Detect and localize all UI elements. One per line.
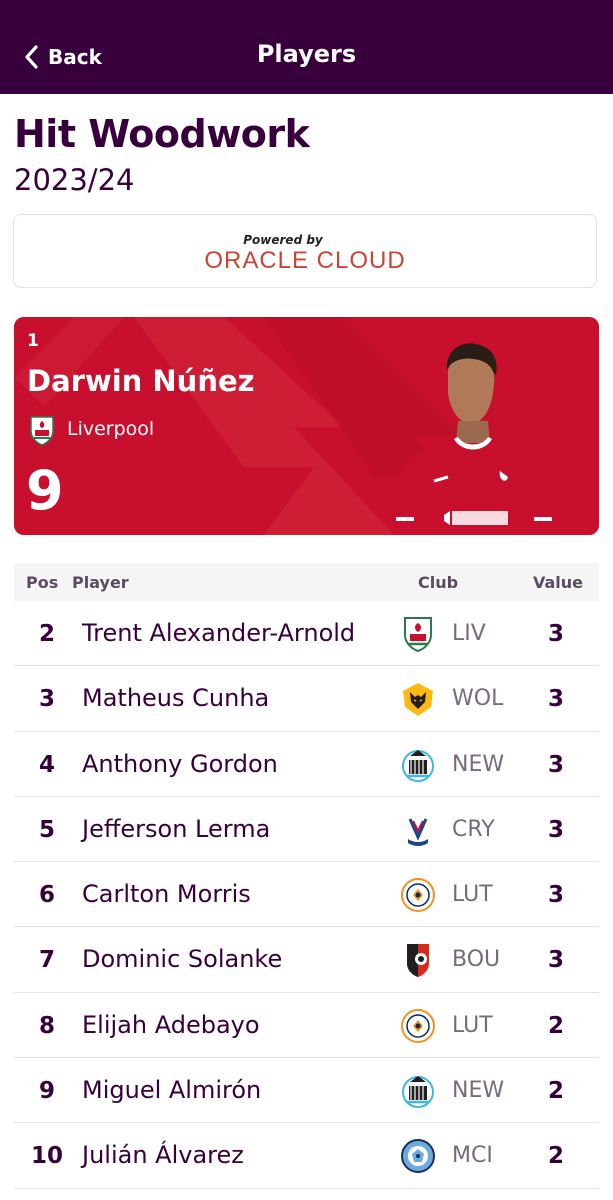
row-club: MCI	[452, 1143, 493, 1169]
powered-by-label: Powered by	[243, 233, 323, 247]
row-player: Carlton Morris	[82, 880, 251, 909]
row-player: Matheus Cunha	[82, 684, 270, 713]
row-pos: 8	[38, 1012, 55, 1039]
leader-name: Darwin Núñez	[27, 364, 255, 398]
table-header: Pos Player Club Value	[14, 563, 599, 601]
row-club: LUT	[452, 882, 493, 908]
row-player: Anthony Gordon	[82, 749, 278, 778]
table-row[interactable]: 6 Carlton Morris LUT 3	[14, 862, 599, 928]
row-pos: 7	[38, 947, 55, 974]
bournemouth-crest-icon	[407, 944, 429, 978]
table-row[interactable]: 7 Dominic Solanke BOU 3	[14, 927, 599, 993]
newcastle-crest-icon	[402, 749, 434, 782]
wolves-crest-icon	[403, 683, 433, 717]
row-value: 3	[547, 816, 564, 843]
row-club: CRY	[452, 816, 495, 842]
nav-bar: Back Players	[0, 0, 613, 94]
newcastle-crest-icon	[402, 1076, 434, 1109]
row-player: Dominic Solanke	[82, 945, 283, 974]
row-value: 2	[547, 1078, 564, 1105]
leader-card[interactable]: 1 Darwin Núñez Liverpool 9	[14, 317, 599, 535]
table-row[interactable]: 9 Miguel Almirón NEW 2	[14, 1058, 599, 1124]
row-pos: 5	[38, 816, 55, 843]
season-label: 2023/24	[14, 163, 135, 197]
row-club: BOU	[452, 947, 501, 973]
row-player: Miguel Almirón	[82, 1076, 262, 1105]
players-table: 2 Trent Alexander-Arnold LIV 3 3 Matheus…	[14, 601, 599, 1189]
row-pos: 3	[38, 686, 55, 713]
table-row[interactable]: 4 Anthony Gordon NEW 3	[14, 732, 599, 797]
liverpool-crest-icon	[404, 617, 432, 653]
row-club: NEW	[452, 1078, 505, 1104]
header-club: Club	[418, 573, 459, 592]
row-player: Trent Alexander-Arnold	[82, 619, 356, 647]
table-row[interactable]: 5 Jefferson Lerma CRY 3	[14, 797, 599, 863]
row-value: 3	[547, 686, 564, 713]
row-club: LUT	[452, 1012, 493, 1038]
table-row[interactable]: 10 Julián Álvarez MCI 2	[14, 1123, 599, 1189]
row-club: WOL	[452, 686, 504, 712]
header-pos: Pos	[26, 573, 59, 592]
row-value: 2	[547, 1143, 564, 1170]
row-pos: 2	[38, 621, 55, 647]
row-pos: 6	[38, 882, 55, 909]
row-club: LIV	[452, 621, 486, 646]
table-row[interactable]: 2 Trent Alexander-Arnold LIV 3	[14, 601, 599, 667]
leader-rank: 1	[27, 331, 39, 351]
row-pos: 4	[38, 751, 55, 778]
row-value: 3	[547, 882, 564, 909]
row-value: 3	[547, 621, 564, 647]
row-player: Elijah Adebayo	[82, 1010, 260, 1039]
row-value: 2	[547, 1012, 564, 1039]
row-player: Julián Álvarez	[82, 1141, 244, 1170]
player-photo	[394, 343, 556, 535]
page-title: Hit Woodwork	[14, 112, 310, 156]
row-value: 3	[547, 751, 564, 778]
nav-title: Players	[256, 40, 357, 68]
man-city-crest-icon	[401, 1139, 435, 1174]
row-club: NEW	[452, 751, 505, 777]
table-row[interactable]: 8 Elijah Adebayo LUT 2	[14, 993, 599, 1059]
row-pos: 9	[38, 1078, 55, 1105]
leader-value: 9	[26, 459, 64, 522]
crystal-palace-crest-icon	[406, 814, 430, 846]
luton-crest-icon	[401, 1008, 435, 1043]
row-value: 3	[547, 947, 564, 974]
row-player: Jefferson Lerma	[82, 814, 271, 843]
luton-crest-icon	[401, 878, 435, 913]
oracle-cloud-logo: ORACLE CLOUD	[204, 247, 406, 274]
table-row[interactable]: 3 Matheus Cunha WOL 3	[14, 666, 599, 732]
header-value[interactable]: Value	[533, 573, 583, 592]
leader-club: Liverpool	[67, 418, 155, 440]
row-pos: 10	[30, 1143, 63, 1170]
header-player: Player	[72, 573, 129, 592]
liverpool-crest-icon	[30, 416, 54, 446]
sponsor-banner[interactable]: Powered by ORACLE CLOUD	[13, 214, 597, 288]
